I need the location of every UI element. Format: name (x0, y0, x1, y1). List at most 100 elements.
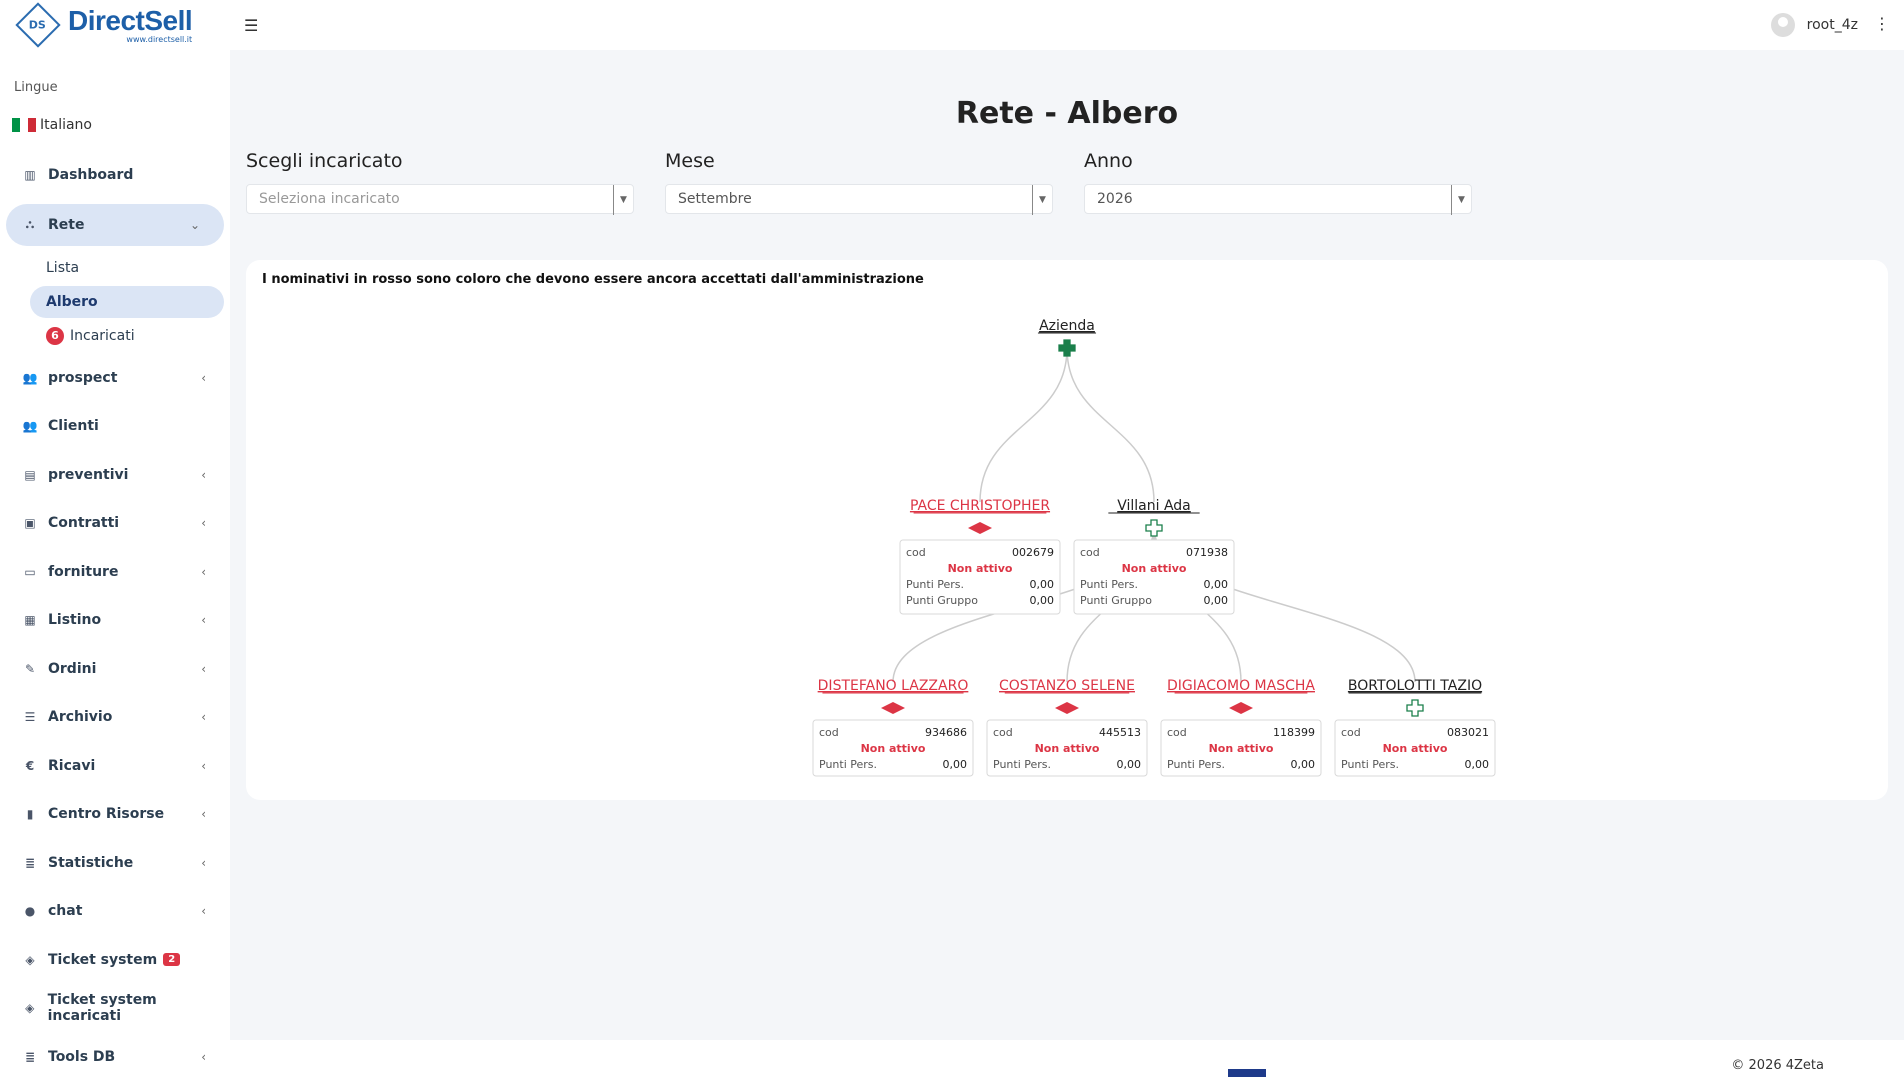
punti-pers-value: 0,00 (1204, 578, 1229, 591)
sidebar-subitem-albero[interactable]: Albero (30, 285, 224, 318)
tree-node-name[interactable]: BORTOLOTTI TAZIO (1348, 678, 1482, 694)
caret-down-icon: ▼ (1032, 185, 1052, 215)
logo[interactable]: DS DirectSell www.directsell.it (0, 0, 230, 50)
chevron-left-icon: ‹ (201, 613, 206, 628)
language-label: Lingue (14, 80, 58, 95)
cod-value: 083021 (1447, 726, 1489, 739)
kebab-menu-icon[interactable]: ⋮ (1874, 14, 1890, 33)
sidebar-item-statistiche[interactable]: ≣ Statistiche ‹ (0, 839, 230, 888)
tree-card: I nominativi in rosso sono coloro che de… (246, 260, 1888, 800)
sidebar-item-centro-risorse[interactable]: ▮ Centro Risorse ‹ (0, 790, 230, 839)
list-alt-icon: ▦ (24, 613, 36, 628)
comments-icon: ● (24, 904, 36, 919)
cod-value: 934686 (925, 726, 967, 739)
tree-node-name[interactable]: PACE CHRISTOPHER (910, 498, 1050, 514)
sidebar-item-listino[interactable]: ▦ Listino ‹ (0, 596, 230, 645)
ticket-icon: ◈ (25, 952, 35, 967)
caret-down-icon: ▼ (613, 185, 633, 215)
edit-icon: ✎ (24, 661, 36, 676)
eu-flag-icon (1228, 1069, 1266, 1077)
pending-diamond-icon[interactable] (1055, 702, 1079, 714)
expand-plus-icon[interactable] (1058, 339, 1076, 357)
ticket-badge: 2 (163, 953, 181, 967)
filter-mese-label: Mese (665, 150, 715, 172)
punti-pers-label: Punti Pers. (1341, 758, 1399, 771)
sidebar-item-rete[interactable]: ⛬ Rete ⌄ (6, 203, 224, 246)
chevron-left-icon: ‹ (201, 467, 206, 482)
user-menu[interactable]: root_4z (1770, 13, 1858, 37)
cod-value: 002679 (1012, 546, 1054, 559)
users-icon: 👥 (22, 419, 38, 434)
punti-pers-label: Punti Pers. (819, 758, 877, 771)
incaricato-select[interactable]: Seleziona incaricato ▼ (246, 184, 634, 215)
sidebar-item-contratti[interactable]: ▣ Contratti ‹ (0, 499, 230, 548)
chevron-left-icon: ‹ (201, 661, 206, 676)
tree-node-name[interactable]: COSTANZO SELENE (999, 678, 1135, 694)
sidebar-item-clienti[interactable]: 👥 Clienti (0, 402, 230, 451)
chevron-left-icon: ‹ (201, 758, 206, 773)
chevron-left-icon: ‹ (201, 710, 206, 725)
cod-label: cod (1080, 546, 1100, 559)
collapse-plus-icon[interactable] (1145, 519, 1163, 537)
tree-link (979, 347, 1068, 503)
filter-incaricato: Scegli incaricato Seleziona incaricato ▼ (246, 150, 634, 215)
cod-label: cod (1341, 726, 1361, 739)
sidebar-item-dashboard[interactable]: ▥ Dashboard (0, 151, 230, 200)
hamburger-menu-icon[interactable]: ☰ (244, 16, 258, 35)
status-text: Non attivo (948, 562, 1013, 575)
status-text: Non attivo (861, 742, 926, 755)
punti-gruppo-label: Punti Gruppo (1080, 594, 1152, 607)
punti-pers-value: 0,00 (1291, 758, 1316, 771)
language-italian[interactable]: Italiano (0, 95, 230, 133)
tree-node-name[interactable]: DISTEFANO LAZZARO (818, 678, 969, 694)
tree-node-name[interactable]: Azienda (1039, 318, 1095, 334)
credit-card-icon: ▭ (24, 564, 36, 579)
sidebar-item-ticket-system[interactable]: ◈ Ticket system 2 (0, 936, 230, 985)
cod-value: 118399 (1273, 726, 1315, 739)
sidebar-subitem-incaricati[interactable]: 6 Incaricati (0, 318, 230, 354)
anno-select[interactable]: 2026 ▼ (1084, 184, 1472, 215)
logo-mark-icon: DS (15, 2, 61, 48)
collapse-plus-icon[interactable] (1406, 699, 1424, 717)
chevron-left-icon: ‹ (201, 855, 206, 870)
filter-anno-label: Anno (1084, 150, 1133, 172)
pending-diamond-icon[interactable] (1229, 702, 1253, 714)
caret-down-icon: ▼ (1451, 185, 1471, 215)
list-icon: ☰ (24, 710, 36, 725)
main-content: Rete - Albero Scegli incaricato Selezion… (230, 50, 1904, 1040)
sidebar-item-tools-db[interactable]: ≣ Tools DB ‹ (0, 1033, 230, 1077)
mese-select[interactable]: Settembre ▼ (665, 184, 1053, 215)
punti-gruppo-value: 0,00 (1204, 594, 1229, 607)
punti-pers-value: 0,00 (1030, 578, 1055, 591)
punti-pers-label: Punti Pers. (993, 758, 1051, 771)
cod-label: cod (819, 726, 839, 739)
database-icon: ≣ (24, 1049, 36, 1064)
sidebar-item-preventivi[interactable]: ▤ preventivi ‹ (0, 451, 230, 500)
sidebar-item-ricavi[interactable]: € Ricavi ‹ (0, 742, 230, 791)
ticket-icon: ◈ (25, 1001, 35, 1016)
sidebar: DS DirectSell www.directsell.it Lingue I… (0, 0, 230, 1077)
footer: © 2026 4Zeta (230, 1040, 1904, 1077)
sidebar-item-chat[interactable]: ● chat ‹ (0, 887, 230, 936)
sidebar-item-forniture[interactable]: ▭ forniture ‹ (0, 548, 230, 597)
sidebar-item-ordini[interactable]: ✎ Ordini ‹ (0, 645, 230, 694)
sidebar-item-archivio[interactable]: ☰ Archivio ‹ (0, 693, 230, 742)
pending-diamond-icon[interactable] (881, 702, 905, 714)
tree-node-name[interactable]: Villani Ada (1117, 498, 1191, 514)
sitemap-icon: ⛬ (25, 217, 35, 231)
tree-link (1066, 347, 1155, 503)
tree-node-name[interactable]: DIGIACOMO MASCHA (1167, 678, 1315, 694)
punti-pers-value: 0,00 (1465, 758, 1490, 771)
sidebar-item-ticket-system-incaricati[interactable]: ◈ Ticket system incaricati (0, 984, 230, 1033)
sidebar-item-prospect[interactable]: 👥 prospect ‹ (0, 354, 230, 403)
username: root_4z (1806, 17, 1858, 33)
bar-chart-icon: ▥ (24, 168, 36, 183)
filter-incaricato-label: Scegli incaricato (246, 150, 403, 172)
database-icon: ≣ (24, 855, 36, 870)
sidebar-subitem-lista[interactable]: Lista (0, 250, 230, 286)
punti-pers-label: Punti Pers. (906, 578, 964, 591)
page-title: Rete - Albero (955, 96, 1179, 131)
pending-diamond-icon[interactable] (968, 522, 992, 534)
chevron-left-icon: ‹ (201, 370, 206, 385)
punti-gruppo-value: 0,00 (1030, 594, 1055, 607)
